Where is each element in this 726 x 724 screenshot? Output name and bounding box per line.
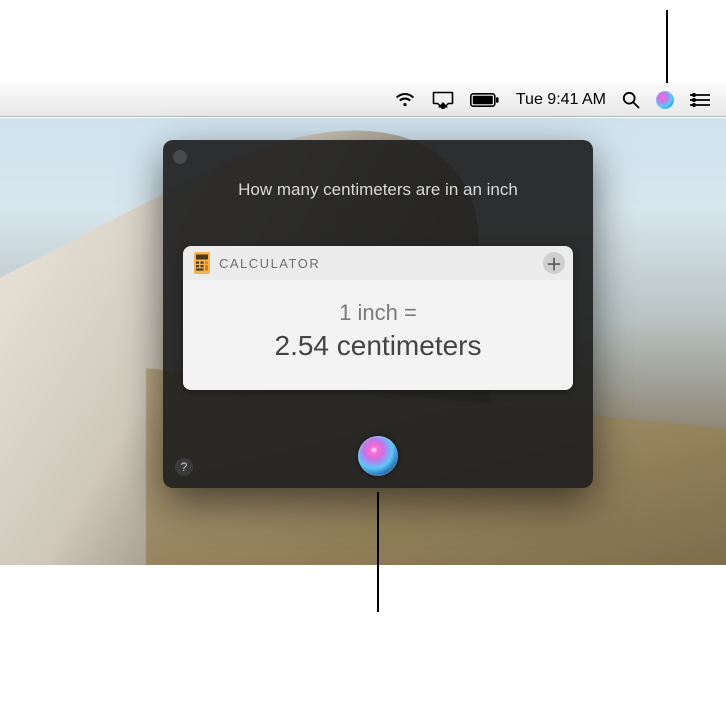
add-result-button[interactable]: ＋ <box>543 252 565 274</box>
screenshot-canvas: Tue 9:41 AM How many centimeters are in … <box>0 0 726 724</box>
siri-listen-button[interactable] <box>358 436 398 476</box>
siri-result-card: CALCULATOR ＋ 1 inch = 2.54 centimeters <box>183 246 573 390</box>
result-source-label: CALCULATOR <box>219 256 543 271</box>
siri-window: How many centimeters are in an inch CALC… <box>163 140 593 488</box>
siri-icon <box>358 436 398 476</box>
notification-center-icon[interactable] <box>690 93 710 107</box>
wifi-icon[interactable] <box>394 92 416 108</box>
siri-query-text: How many centimeters are in an inch <box>163 180 593 200</box>
spotlight-search-icon[interactable] <box>622 91 640 109</box>
help-button[interactable]: ? <box>175 458 193 476</box>
plus-icon: ＋ <box>546 251 562 275</box>
close-button[interactable] <box>173 150 187 164</box>
callout-line-bottom <box>377 492 379 612</box>
siri-icon <box>656 91 674 109</box>
calculator-icon <box>191 252 213 274</box>
result-line-1: 1 inch = <box>193 300 563 326</box>
menubar: Tue 9:41 AM <box>0 83 726 117</box>
result-card-header: CALCULATOR ＋ <box>183 246 573 280</box>
result-card-body: 1 inch = 2.54 centimeters <box>183 280 573 390</box>
result-line-2: 2.54 centimeters <box>193 330 563 362</box>
menubar-datetime[interactable]: Tue 9:41 AM <box>516 91 606 109</box>
battery-icon[interactable] <box>470 93 500 107</box>
callout-line-top <box>666 10 668 83</box>
airplay-icon[interactable] <box>432 91 454 109</box>
siri-menubar-icon[interactable] <box>656 91 674 109</box>
